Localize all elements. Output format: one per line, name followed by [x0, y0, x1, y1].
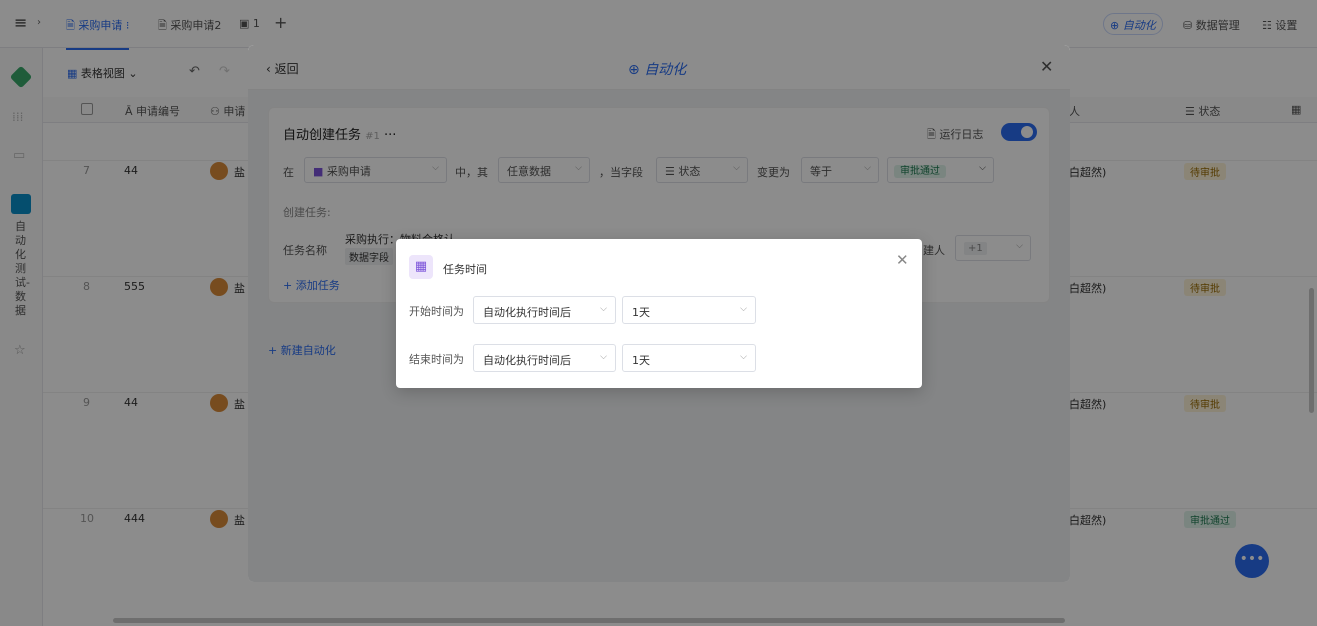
calendar-icon: ▦	[409, 255, 433, 279]
chevron-down-icon: ⌵	[740, 352, 747, 362]
chevron-down-icon: ⌵	[740, 304, 747, 314]
chevron-down-icon: ⌵	[600, 352, 607, 362]
end-offset-select[interactable]: 1天 ⌵	[622, 344, 756, 372]
start-time-label: 开始时间为	[409, 305, 464, 318]
chevron-down-icon: ⌵	[600, 304, 607, 314]
dialog-close-icon[interactable]: ✕	[896, 251, 909, 269]
start-offset-select[interactable]: 1天 ⌵	[622, 296, 756, 324]
end-mode-select[interactable]: 自动化执行时间后 ⌵	[473, 344, 616, 372]
start-mode-select[interactable]: 自动化执行时间后 ⌵	[473, 296, 616, 324]
dialog-title: 任务时间	[443, 263, 487, 276]
task-time-dialog: ▦ 任务时间 ✕ 开始时间为 自动化执行时间后 ⌵ 1天 ⌵ 结束时间为 自动化执行…	[396, 239, 922, 388]
end-time-label: 结束时间为	[409, 353, 464, 366]
